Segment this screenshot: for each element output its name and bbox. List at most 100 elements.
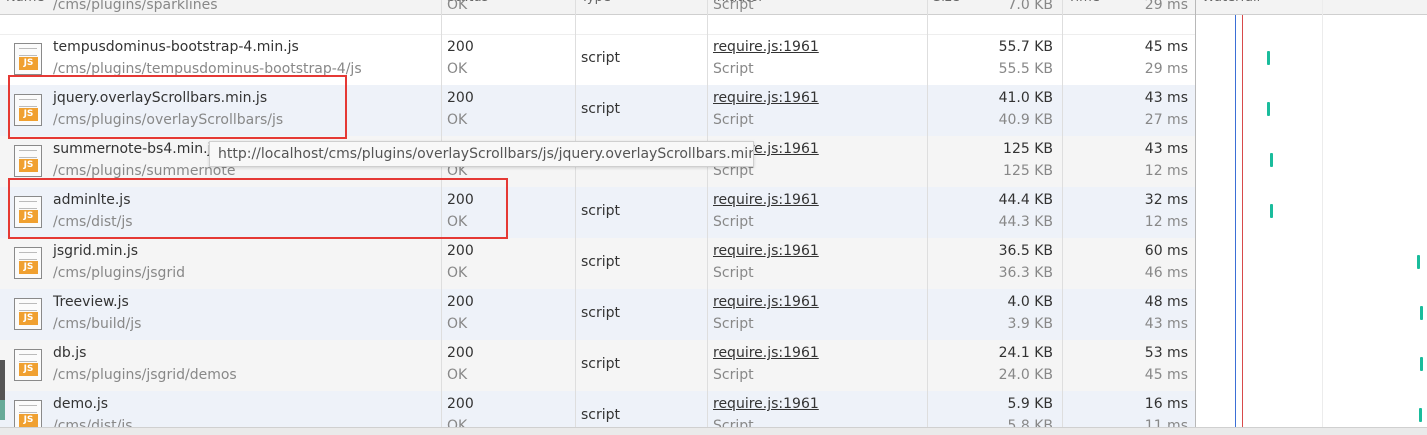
row-file-name[interactable]: db.js	[53, 345, 86, 361]
row-initiator-link[interactable]: require.js:1961	[713, 294, 819, 310]
row-file-name[interactable]: tempusdominus-bootstrap-4.min.js	[53, 39, 299, 55]
row-file-name[interactable]: demo.js	[53, 396, 108, 412]
row-file-name[interactable]: summernote-bs4.min.js	[53, 141, 219, 157]
dom-content-loaded-line	[1235, 15, 1236, 435]
table-row-partial[interactable]: /cms/plugins/sparklines OK Script 7.0 KB…	[0, 0, 1195, 35]
row-time: 43 ms	[1144, 90, 1188, 106]
row-initiator-link[interactable]: require.js:1961	[713, 90, 819, 106]
row-status: 200	[447, 39, 474, 55]
row-type: script	[581, 50, 621, 66]
row-initiator-sub: Script	[713, 214, 754, 230]
row-time: 45 ms	[1144, 39, 1188, 55]
row-initiator-sub: Script	[713, 367, 754, 383]
row-status: 200	[447, 345, 474, 361]
column-divider[interactable]	[707, 0, 708, 435]
row-time-sub: 46 ms	[1144, 265, 1188, 281]
row-initiator-link[interactable]: require.js:1961	[713, 243, 819, 259]
row-initiator-sub: Script	[713, 316, 754, 332]
row-size-sub: 125 KB	[1003, 163, 1053, 179]
row-time-sub: 29 ms	[1144, 61, 1188, 77]
row-time-sub: 45 ms	[1144, 367, 1188, 383]
row-size: 36.5 KB	[998, 243, 1053, 259]
table-row[interactable]: JS jsgrid.min.js/cms/plugins/jsgrid 200 OK s…	[0, 238, 1195, 290]
row-size: 125 KB	[1003, 141, 1053, 157]
row-size-sub: 3.9 KB	[1007, 316, 1054, 332]
row-time: 32 ms	[1144, 192, 1188, 208]
table-row[interactable]: JS db.js/cms/plugins/jsgrid/demos 200 OK scr…	[0, 340, 1195, 392]
row-time: 16 ms	[1144, 396, 1188, 412]
row-time: 43 ms	[1144, 141, 1188, 157]
row-initiator-link[interactable]: require.js:1961	[713, 39, 819, 55]
row-time: 53 ms	[1144, 345, 1188, 361]
waterfall-bar[interactable]	[1420, 357, 1423, 371]
js-file-icon: JS	[14, 247, 42, 279]
row-status-text: OK	[447, 61, 468, 77]
row-initiator-link[interactable]: require.js:1961	[713, 345, 819, 361]
row-size: 55.7 KB	[998, 39, 1053, 55]
row-status-text: OK	[447, 265, 468, 281]
row-time-sub: 12 ms	[1144, 214, 1188, 230]
row-path: /cms/plugins/jsgrid/demos	[53, 367, 237, 383]
table-row[interactable]: JS Treeview.js/cms/build/js 200 OK script req…	[0, 289, 1195, 341]
column-divider[interactable]	[927, 0, 928, 435]
row-status: 200	[447, 243, 474, 259]
row-time-sub: 43 ms	[1144, 316, 1188, 332]
row-type: script	[581, 407, 621, 423]
js-file-icon: JS	[14, 145, 42, 177]
row-status-text: OK	[447, 0, 468, 13]
row-status: 200	[447, 90, 474, 106]
row-size: 5.9 KB	[1007, 396, 1054, 412]
js-file-icon: JS	[14, 349, 42, 381]
waterfall-bar[interactable]	[1270, 204, 1273, 218]
row-initiator-link[interactable]: require.js:1961	[713, 192, 819, 208]
row-initiator-sub: Script	[713, 112, 754, 128]
waterfall-bar[interactable]	[1420, 306, 1423, 320]
js-file-icon: JS	[14, 43, 42, 75]
load-event-line	[1242, 15, 1243, 435]
row-file-name[interactable]: jsgrid.min.js	[53, 243, 138, 259]
row-time-sub: 12 ms	[1144, 163, 1188, 179]
row-size-sub: 24.0 KB	[998, 367, 1053, 383]
column-divider[interactable]	[575, 0, 576, 435]
row-status: 200	[447, 396, 474, 412]
waterfall-bar[interactable]	[1419, 408, 1422, 422]
row-type: script	[581, 305, 621, 321]
row-size: 24.1 KB	[998, 345, 1053, 361]
highlight-box	[8, 178, 508, 239]
url-tooltip: http://localhost/cms/plugins/overlayScro…	[209, 141, 754, 167]
row-size-sub: 36.3 KB	[998, 265, 1053, 281]
waterfall-bar[interactable]	[1417, 255, 1420, 269]
row-path: /cms/plugins/sparklines	[53, 0, 218, 13]
row-type: script	[581, 101, 621, 117]
highlight-box	[8, 75, 347, 139]
row-status-text: OK	[447, 367, 468, 383]
row-time: 60 ms	[1144, 243, 1188, 259]
row-time: 48 ms	[1144, 294, 1188, 310]
status-bar	[0, 427, 1427, 435]
column-divider[interactable]	[1195, 0, 1196, 435]
row-status-text: OK	[447, 316, 468, 332]
side-edge-accent	[0, 400, 5, 420]
row-size-sub: 44.3 KB	[998, 214, 1053, 230]
waterfall-bar[interactable]	[1270, 153, 1273, 167]
row-time-sub: 27 ms	[1144, 112, 1188, 128]
row-size: 41.0 KB	[998, 90, 1053, 106]
row-type: script	[581, 254, 621, 270]
row-file-name[interactable]: Treeview.js	[53, 294, 129, 310]
row-status: 200	[447, 294, 474, 310]
row-initiator-sub: Script	[713, 265, 754, 281]
col-header-waterfall[interactable]: Waterfall	[1196, 0, 1260, 11]
row-initiator-sub: Script	[713, 61, 754, 77]
column-divider[interactable]	[1062, 0, 1063, 435]
waterfall-gridline	[1322, 0, 1323, 435]
waterfall-bar[interactable]	[1267, 51, 1270, 65]
waterfall-bar[interactable]	[1267, 102, 1270, 116]
row-type: script	[581, 203, 621, 219]
row-path: /cms/plugins/jsgrid	[53, 265, 185, 281]
network-panel: Name Status Type Initiator Size Time Wat…	[0, 0, 1427, 435]
row-status-text: OK	[447, 112, 468, 128]
row-time-sub: 29 ms	[1144, 0, 1188, 13]
row-initiator-sub: Script	[713, 0, 754, 13]
row-initiator-link[interactable]: require.js:1961	[713, 396, 819, 412]
row-size: 44.4 KB	[998, 192, 1053, 208]
